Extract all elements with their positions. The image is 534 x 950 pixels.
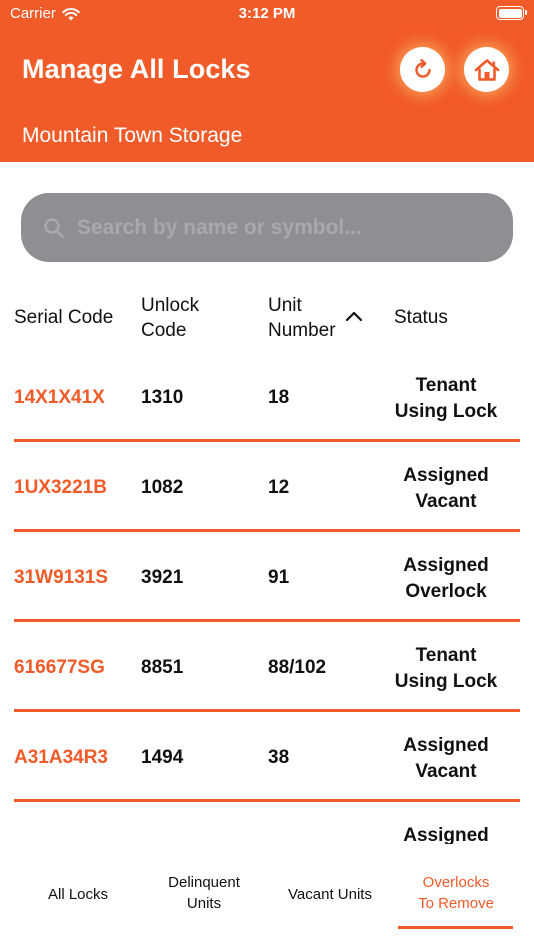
table-row[interactable]: 14X1X41X 1310 18 Tenant Using Lock bbox=[14, 352, 520, 442]
cell-status-line1: Assigned bbox=[403, 735, 489, 756]
cell-unit-number: 88/102 bbox=[268, 657, 327, 678]
cell-unlock-code: 1082 bbox=[141, 477, 184, 498]
column-header-unit-line1: Unit bbox=[268, 295, 302, 316]
cell-unlock-code: 1310 bbox=[141, 387, 184, 408]
search-bar[interactable] bbox=[21, 193, 513, 262]
cell-status: Assigned Vacant bbox=[380, 463, 512, 515]
cell-unlock-code: 1494 bbox=[141, 747, 184, 768]
cell-status-line2: Vacant bbox=[415, 491, 477, 512]
app-header: Carrier 3:12 PM Manage All Locks Mountai… bbox=[0, 0, 534, 162]
cell-status-line2: Vacant bbox=[415, 761, 477, 782]
table-row[interactable]: Assigned bbox=[14, 802, 520, 844]
locks-table-body[interactable]: 14X1X41X 1310 18 Tenant Using Lock 1UX32… bbox=[0, 352, 534, 844]
refresh-icon bbox=[414, 58, 431, 78]
search-input[interactable] bbox=[77, 215, 497, 240]
tab-overlocks-label-line1: Overlocks bbox=[422, 874, 490, 891]
cell-status-line1: Tenant bbox=[415, 375, 477, 396]
tab-overlocks-label-line2: To Remove bbox=[418, 895, 494, 912]
cell-serial-code[interactable]: 31W9131S bbox=[14, 567, 108, 589]
chevron-up-icon[interactable] bbox=[345, 310, 363, 322]
column-header-unlock-code[interactable]: Unlock Code bbox=[141, 293, 199, 343]
tab-vacant-units[interactable]: Vacant Units bbox=[270, 884, 390, 905]
table-row[interactable]: 616677SG 8851 88/102 Tenant Using Lock bbox=[14, 622, 520, 712]
column-header-status[interactable]: Status bbox=[394, 305, 448, 330]
cell-status-line2: Overlock bbox=[405, 581, 487, 602]
table-header: Serial Code Unlock Code Unit Number Stat… bbox=[0, 290, 534, 350]
page-title: Manage All Locks bbox=[22, 54, 251, 84]
tab-overlocks-to-remove[interactable]: Overlocks To Remove bbox=[396, 872, 516, 914]
cell-serial-code[interactable]: 1UX3221B bbox=[14, 477, 107, 499]
cell-serial-code[interactable]: 616677SG bbox=[14, 657, 105, 679]
cell-status: Assigned Vacant bbox=[380, 733, 512, 785]
cell-status: Tenant Using Lock bbox=[380, 643, 512, 695]
tab-delinquent-label-line2: Units bbox=[186, 895, 222, 912]
facility-name: Mountain Town Storage bbox=[22, 124, 243, 147]
cell-status: Assigned Overlock bbox=[380, 553, 512, 605]
cell-unlock-code: 8851 bbox=[141, 657, 184, 678]
cell-unit-number: 12 bbox=[268, 477, 290, 498]
cell-serial-code[interactable]: 14X1X41X bbox=[14, 387, 105, 409]
column-header-serial-code[interactable]: Serial Code bbox=[14, 305, 113, 330]
tab-vacant-units-label: Vacant Units bbox=[288, 886, 372, 903]
cell-unlock-code: 3921 bbox=[141, 567, 184, 588]
cell-status: Assigned bbox=[380, 823, 512, 844]
cell-unit-number: 38 bbox=[268, 747, 290, 768]
column-header-unit-line2: Number bbox=[268, 320, 336, 341]
status-time: 3:12 PM bbox=[238, 5, 296, 22]
cell-status-line1: Assigned bbox=[403, 555, 489, 576]
table-row[interactable]: 31W9131S 3921 91 Assigned Overlock bbox=[14, 532, 520, 622]
search-icon bbox=[44, 217, 64, 238]
tab-delinquent-label-line1: Delinquent bbox=[168, 874, 240, 891]
tab-delinquent-units[interactable]: Delinquent Units bbox=[144, 872, 264, 914]
tab-all-locks[interactable]: All Locks bbox=[18, 884, 138, 905]
table-row[interactable]: A31A34R3 1494 38 Assigned Vacant bbox=[14, 712, 520, 802]
table-row[interactable]: 1UX3221B 1082 12 Assigned Vacant bbox=[14, 442, 520, 532]
cell-status: Tenant Using Lock bbox=[380, 373, 512, 425]
home-icon bbox=[474, 58, 499, 81]
column-header-unlock-line2: Code bbox=[141, 320, 187, 341]
cell-status-line2: Using Lock bbox=[394, 401, 498, 422]
battery-icon bbox=[496, 6, 527, 20]
active-tab-indicator bbox=[398, 926, 513, 929]
refresh-button[interactable] bbox=[400, 47, 445, 92]
column-header-unit-number[interactable]: Unit Number bbox=[268, 293, 336, 343]
cell-serial-code[interactable]: A31A34R3 bbox=[14, 747, 108, 769]
column-header-unlock-line1: Unlock bbox=[141, 295, 200, 316]
status-bar: Carrier 3:12 PM bbox=[0, 0, 534, 28]
home-button[interactable] bbox=[464, 47, 509, 92]
bottom-tab-bar: All Locks Delinquent Units Vacant Units … bbox=[0, 850, 534, 950]
cell-unit-number: 91 bbox=[268, 567, 290, 588]
cell-status-line2: Using Lock bbox=[394, 671, 498, 692]
cell-status-line1: Assigned bbox=[403, 465, 489, 486]
cell-status-line1: Tenant bbox=[415, 645, 477, 666]
cell-status-line1: Assigned bbox=[403, 825, 489, 844]
tab-all-locks-label: All Locks bbox=[47, 886, 109, 903]
cell-unit-number: 18 bbox=[268, 387, 290, 408]
